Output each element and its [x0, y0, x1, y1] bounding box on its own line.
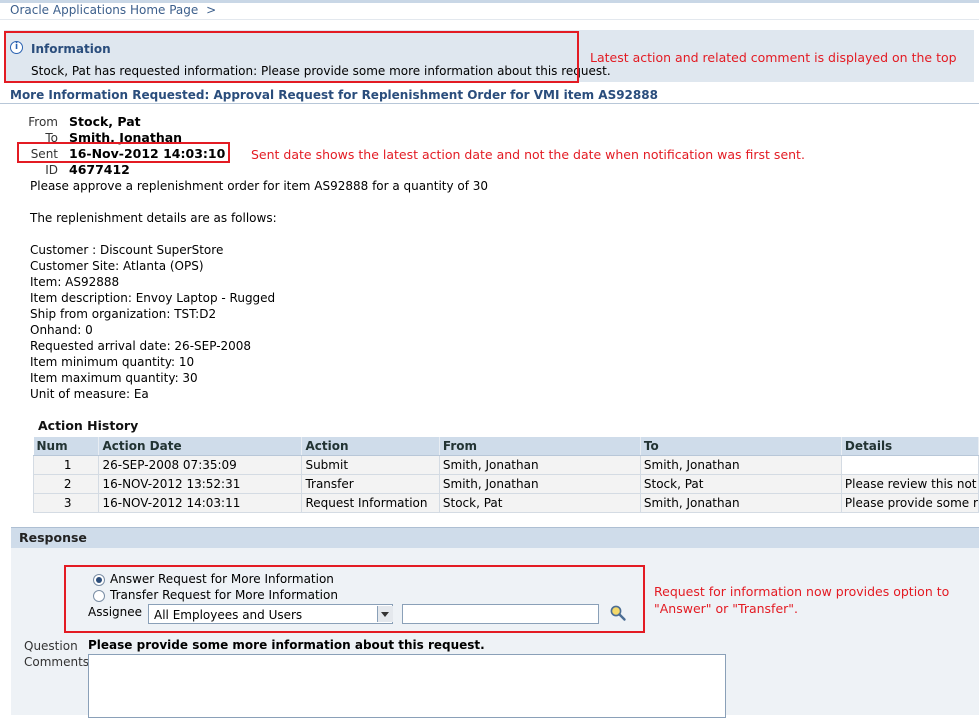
body-line: Unit of measure: Ea — [30, 387, 149, 401]
cell-details — [840, 455, 979, 475]
cell-action: Transfer — [301, 474, 440, 494]
annotation-response-line1: Request for information now provides opt… — [654, 584, 950, 599]
header-divider — [0, 103, 979, 104]
body-line: Item: AS92888 — [30, 275, 120, 289]
body-line: The replenishment details are as follows… — [30, 211, 277, 225]
action-history-table: Num Action Date Action From To Details 1… — [32, 437, 979, 513]
table-header-row: Num Action Date Action From To Details — [33, 437, 979, 456]
response-title: Response — [19, 530, 87, 545]
column-header-from: From — [439, 437, 641, 456]
body-line: Ship from organization: TST:D2 — [30, 307, 217, 321]
question-text: Please provide some more information abo… — [88, 638, 485, 652]
notification-header: More Information Requested: Approval Req… — [10, 88, 658, 102]
annotation-response-line2: "Answer" or "Transfer". — [654, 601, 799, 616]
comments-textarea[interactable] — [88, 654, 726, 718]
column-header-action: Action — [301, 437, 440, 456]
table-row: 1 26-SEP-2008 07:35:09 Submit Smith, Jon… — [32, 455, 979, 475]
comments-label: Comments — [24, 655, 90, 669]
body-line: Item maximum quantity: 30 — [30, 371, 198, 385]
body-line: Onhand: 0 — [30, 323, 93, 337]
action-history-title: Action History — [38, 418, 139, 433]
cell-action-date: 26-SEP-2008 07:35:09 — [98, 455, 303, 475]
breadcrumb-separator: > — [206, 3, 217, 17]
breadcrumb-home-label: Oracle Applications Home Page — [10, 3, 199, 17]
highlight-box-sent — [17, 142, 230, 163]
id-label: ID — [45, 163, 58, 177]
cell-action-date: 16-NOV-2012 13:52:31 — [98, 474, 303, 494]
body-line: Customer : Discount SuperStore — [30, 243, 224, 257]
cell-num: 1 — [32, 455, 100, 475]
cell-details: Please provide some r — [840, 493, 979, 513]
body-line: Please approve a replenishment order for… — [30, 179, 489, 193]
from-label: From — [28, 115, 58, 129]
table-row: 3 16-NOV-2012 14:03:11 Request Informati… — [32, 493, 979, 513]
cell-to: Smith, Jonathan — [639, 455, 842, 475]
highlight-box-response — [64, 565, 645, 633]
cell-to: Stock, Pat — [639, 474, 842, 494]
body-line: Requested arrival date: 26-SEP-2008 — [30, 339, 252, 353]
annotation-top: Latest action and related comment is dis… — [590, 50, 957, 65]
cell-from: Smith, Jonathan — [438, 474, 641, 494]
body-line: Item description: Envoy Laptop - Rugged — [30, 291, 276, 305]
column-header-action-date: Action Date — [98, 437, 303, 456]
id-value: 4677412 — [69, 162, 130, 177]
from-value: Stock, Pat — [69, 114, 141, 129]
annotation-sent: Sent date shows the latest action date a… — [251, 147, 805, 162]
cell-num: 3 — [32, 493, 100, 513]
cell-action: Request Information — [301, 493, 440, 513]
cell-num: 2 — [32, 474, 100, 494]
question-label: Question — [24, 639, 78, 653]
table-row: 2 16-NOV-2012 13:52:31 Transfer Smith, J… — [32, 474, 979, 494]
cell-from: Smith, Jonathan — [438, 455, 641, 475]
breadcrumb-home-link[interactable]: Oracle Applications Home Page > — [10, 3, 216, 17]
body-line: Customer Site: Atlanta (OPS) — [30, 259, 204, 273]
column-header-to: To — [640, 437, 842, 456]
body-line: Item minimum quantity: 10 — [30, 355, 195, 369]
cell-action: Submit — [301, 455, 440, 475]
cell-details: Please review this not — [840, 474, 979, 494]
cell-from: Stock, Pat — [438, 493, 641, 513]
response-header-bar — [11, 527, 979, 548]
column-header-details: Details — [841, 437, 979, 456]
column-header-num: Num — [33, 437, 100, 456]
highlight-box-information — [4, 31, 579, 83]
cell-to: Smith, Jonathan — [639, 493, 842, 513]
cell-action-date: 16-NOV-2012 14:03:11 — [98, 493, 303, 513]
